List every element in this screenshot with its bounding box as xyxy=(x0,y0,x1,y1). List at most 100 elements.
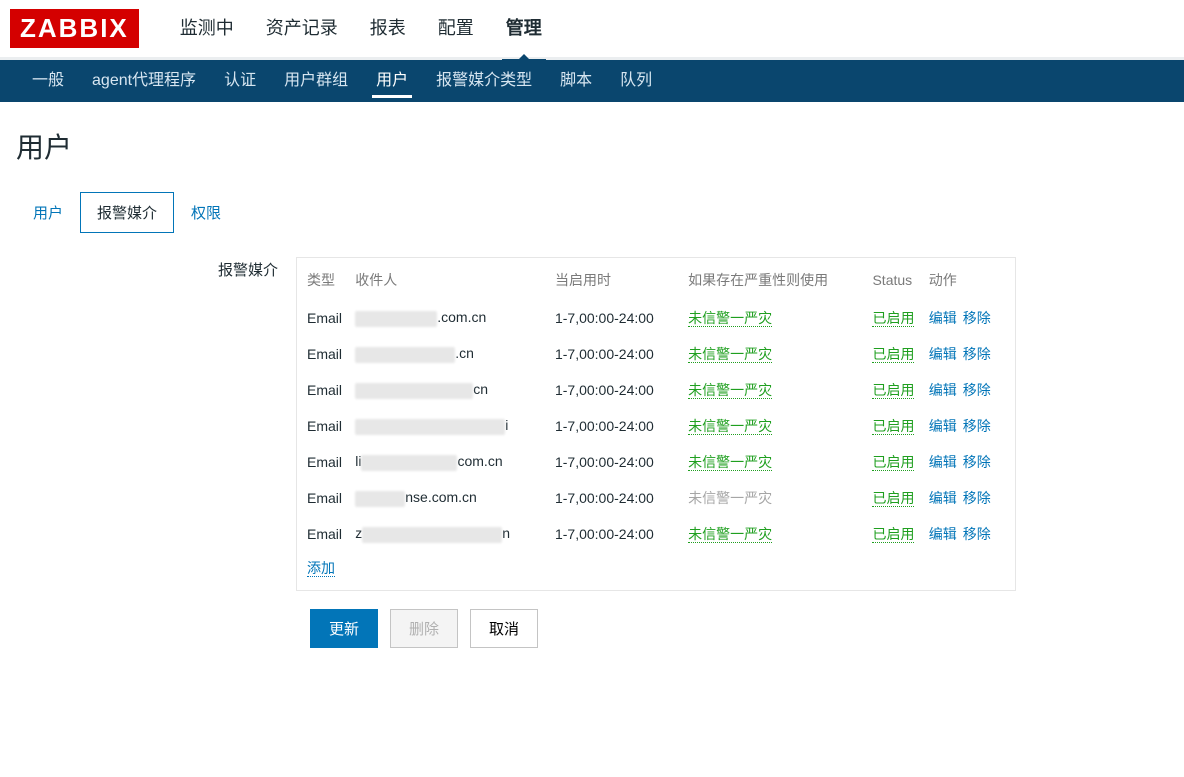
page-title: 用户 xyxy=(16,126,1172,166)
cell-status: 已启用 xyxy=(866,336,922,372)
remove-link[interactable]: 移除 xyxy=(963,346,991,362)
remove-link[interactable]: 移除 xyxy=(963,454,991,470)
button-row: 更新 删除 取消 xyxy=(12,609,1172,648)
redacted-icon xyxy=(362,527,502,543)
cell-severity: 未信警一严灾 xyxy=(682,516,866,552)
cell-type: Email xyxy=(297,516,349,552)
status-toggle[interactable]: 已启用 xyxy=(872,346,914,363)
subnav-item[interactable]: 脚本 xyxy=(546,60,606,102)
cell-when: 1-7,00:00-24:00 xyxy=(549,444,682,480)
redacted-icon xyxy=(355,383,473,399)
edit-link[interactable]: 编辑 xyxy=(929,382,957,398)
status-toggle[interactable]: 已启用 xyxy=(872,310,914,327)
edit-link[interactable]: 编辑 xyxy=(929,418,957,434)
remove-link[interactable]: 移除 xyxy=(963,526,991,542)
col-severity: 如果存在严重性则使用 xyxy=(682,264,866,300)
tabs-row: 用户报警媒介权限 xyxy=(12,192,1172,233)
status-toggle[interactable]: 已启用 xyxy=(872,418,914,435)
edit-link[interactable]: 编辑 xyxy=(929,490,957,506)
cell-type: Email xyxy=(297,300,349,336)
topnav-item[interactable]: 监测中 xyxy=(164,0,250,59)
cell-status: 已启用 xyxy=(866,300,922,336)
cell-severity: 未信警一严灾 xyxy=(682,444,866,480)
table-row: Emaillicom.cn1-7,00:00-24:00未信警一严灾已启用编辑移… xyxy=(297,444,1015,480)
tab[interactable]: 权限 xyxy=(174,192,238,233)
cell-when: 1-7,00:00-24:00 xyxy=(549,336,682,372)
cell-type: Email xyxy=(297,408,349,444)
add-media-link[interactable]: 添加 xyxy=(307,560,335,577)
top-nav: ZABBIX 监测中资产记录报表配置管理 xyxy=(0,0,1184,60)
remove-link[interactable]: 移除 xyxy=(963,418,991,434)
cell-type: Email xyxy=(297,336,349,372)
cell-when: 1-7,00:00-24:00 xyxy=(549,372,682,408)
cell-status: 已启用 xyxy=(866,444,922,480)
logo[interactable]: ZABBIX xyxy=(10,9,139,48)
edit-link[interactable]: 编辑 xyxy=(929,310,957,326)
cell-status: 已启用 xyxy=(866,408,922,444)
topnav-item[interactable]: 资产记录 xyxy=(250,0,354,59)
sub-nav: 一般agent代理程序认证用户群组用户报警媒介类型脚本队列 xyxy=(0,60,1184,102)
cell-when: 1-7,00:00-24:00 xyxy=(549,408,682,444)
redacted-icon xyxy=(361,455,457,471)
topnav-item[interactable]: 配置 xyxy=(422,0,490,59)
col-when: 当启用时 xyxy=(549,264,682,300)
cell-action: 编辑移除 xyxy=(923,516,1015,552)
table-row: Emailcn1-7,00:00-24:00未信警一严灾已启用编辑移除 xyxy=(297,372,1015,408)
cell-type: Email xyxy=(297,372,349,408)
status-toggle[interactable]: 已启用 xyxy=(872,382,914,399)
media-table: 类型 收件人 当启用时 如果存在严重性则使用 Status 动作 Email.c… xyxy=(297,264,1015,552)
topnav-item[interactable]: 管理 xyxy=(490,0,558,59)
cell-status: 已启用 xyxy=(866,480,922,516)
subnav-item[interactable]: agent代理程序 xyxy=(78,60,210,102)
remove-link[interactable]: 移除 xyxy=(963,490,991,506)
edit-link[interactable]: 编辑 xyxy=(929,454,957,470)
topnav-item[interactable]: 报表 xyxy=(354,0,422,59)
cell-action: 编辑移除 xyxy=(923,300,1015,336)
redacted-icon xyxy=(355,347,455,363)
media-form: 报警媒介 类型 收件人 当启用时 如果存在严重性则使用 Status 动作 Em… xyxy=(12,257,1172,591)
cell-severity: 未信警一严灾 xyxy=(682,336,866,372)
section-label: 报警媒介 xyxy=(16,257,296,591)
subnav-item[interactable]: 认证 xyxy=(210,60,270,102)
cell-recipient: i xyxy=(349,408,549,444)
table-row: Emailzn1-7,00:00-24:00未信警一严灾已启用编辑移除 xyxy=(297,516,1015,552)
tab[interactable]: 报警媒介 xyxy=(80,192,174,233)
cell-recipient: cn xyxy=(349,372,549,408)
delete-button: 删除 xyxy=(390,609,458,648)
table-row: Emaili1-7,00:00-24:00未信警一严灾已启用编辑移除 xyxy=(297,408,1015,444)
cell-recipient: licom.cn xyxy=(349,444,549,480)
cell-recipient: .cn xyxy=(349,336,549,372)
status-toggle[interactable]: 已启用 xyxy=(872,454,914,471)
cancel-button[interactable]: 取消 xyxy=(470,609,538,648)
page-body: 用户 用户报警媒介权限 报警媒介 类型 收件人 当启用时 如果存在严重性则使用 … xyxy=(0,102,1184,688)
subnav-item[interactable]: 用户 xyxy=(362,60,422,102)
cell-when: 1-7,00:00-24:00 xyxy=(549,516,682,552)
subnav-item[interactable]: 用户群组 xyxy=(270,60,362,102)
subnav-item[interactable]: 报警媒介类型 xyxy=(422,60,546,102)
col-type: 类型 xyxy=(297,264,349,300)
cell-severity: 未信警一严灾 xyxy=(682,480,866,516)
subnav-item[interactable]: 一般 xyxy=(18,60,78,102)
table-row: Email.cn1-7,00:00-24:00未信警一严灾已启用编辑移除 xyxy=(297,336,1015,372)
update-button[interactable]: 更新 xyxy=(310,609,378,648)
remove-link[interactable]: 移除 xyxy=(963,310,991,326)
status-toggle[interactable]: 已启用 xyxy=(872,490,914,507)
cell-action: 编辑移除 xyxy=(923,336,1015,372)
col-recipient: 收件人 xyxy=(349,264,549,300)
cell-action: 编辑移除 xyxy=(923,480,1015,516)
tab[interactable]: 用户 xyxy=(16,192,80,233)
table-row: Email.com.cn1-7,00:00-24:00未信警一严灾已启用编辑移除 xyxy=(297,300,1015,336)
cell-recipient: nse.com.cn xyxy=(349,480,549,516)
col-status: Status xyxy=(866,264,922,300)
status-toggle[interactable]: 已启用 xyxy=(872,526,914,543)
cell-when: 1-7,00:00-24:00 xyxy=(549,300,682,336)
cell-severity: 未信警一严灾 xyxy=(682,372,866,408)
cell-severity: 未信警一严灾 xyxy=(682,300,866,336)
cell-action: 编辑移除 xyxy=(923,372,1015,408)
remove-link[interactable]: 移除 xyxy=(963,382,991,398)
subnav-item[interactable]: 队列 xyxy=(606,60,666,102)
edit-link[interactable]: 编辑 xyxy=(929,526,957,542)
edit-link[interactable]: 编辑 xyxy=(929,346,957,362)
redacted-icon xyxy=(355,491,405,507)
cell-action: 编辑移除 xyxy=(923,444,1015,480)
